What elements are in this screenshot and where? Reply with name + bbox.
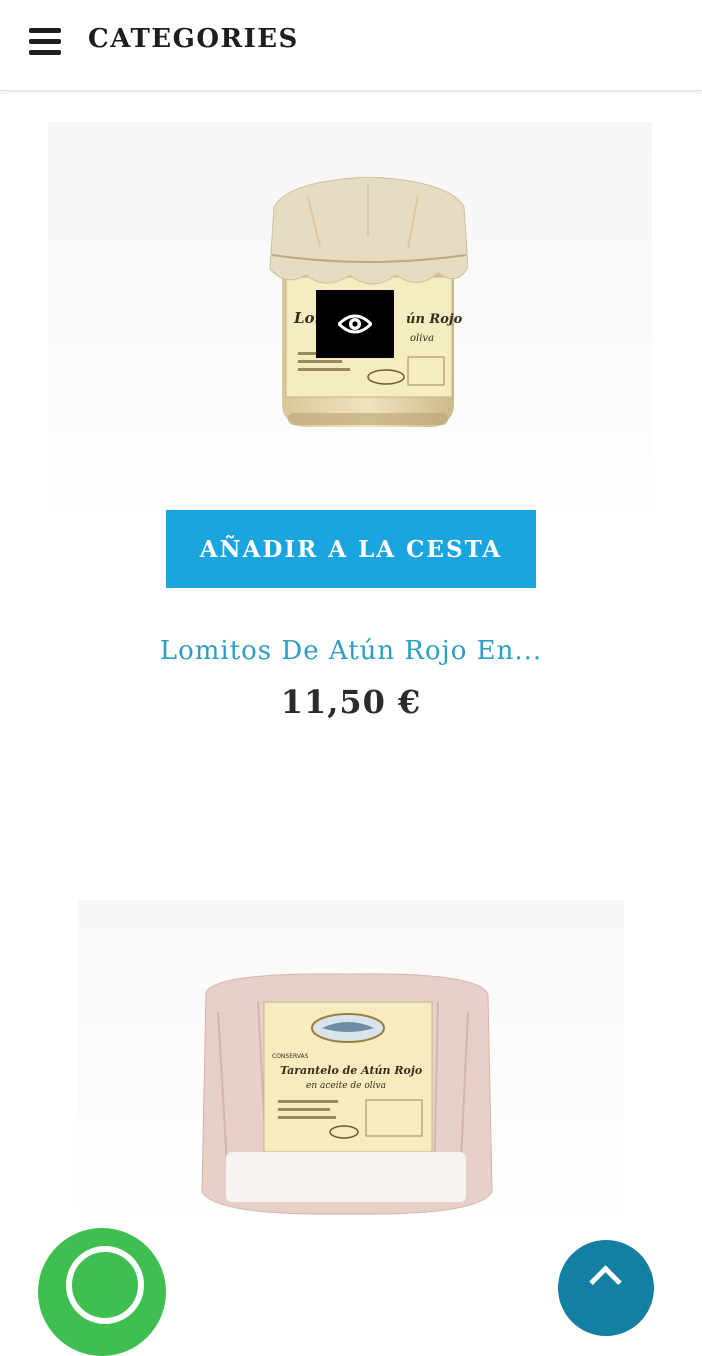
svg-text:en aceite de oliva: en aceite de oliva — [306, 1081, 386, 1091]
svg-text:ún Rojo: ún Rojo — [406, 312, 463, 327]
svg-text:Tarantelo de Atún Rojo: Tarantelo de Atún Rojo — [280, 1064, 422, 1077]
tuna-tin-image: CONSERVAS Tarantelo de Atún Rojo en acei… — [201, 973, 493, 1215]
svg-text:oliva: oliva — [410, 333, 434, 344]
product-price: 11,50 € — [280, 683, 422, 721]
quick-view-button[interactable] — [316, 290, 394, 358]
hamburger-menu-icon[interactable] — [29, 28, 61, 55]
add-to-cart-button[interactable]: AÑADIR A LA CESTA — [166, 510, 536, 588]
svg-text:CONSERVAS: CONSERVAS — [272, 1053, 309, 1060]
product-name-link[interactable]: Lomitos De Atún Rojo En... — [0, 636, 702, 666]
scroll-to-top-button[interactable] — [558, 1240, 654, 1336]
product-image-2[interactable]: CONSERVAS Tarantelo de Atún Rojo en acei… — [78, 900, 624, 1230]
top-bar: CATEGORIES — [0, 0, 702, 91]
whatsapp-icon — [66, 1246, 144, 1324]
eye-icon — [338, 314, 372, 334]
categories-title[interactable]: CATEGORIES — [88, 24, 299, 54]
chevron-up-icon — [589, 1265, 622, 1298]
whatsapp-button[interactable] — [38, 1228, 166, 1356]
